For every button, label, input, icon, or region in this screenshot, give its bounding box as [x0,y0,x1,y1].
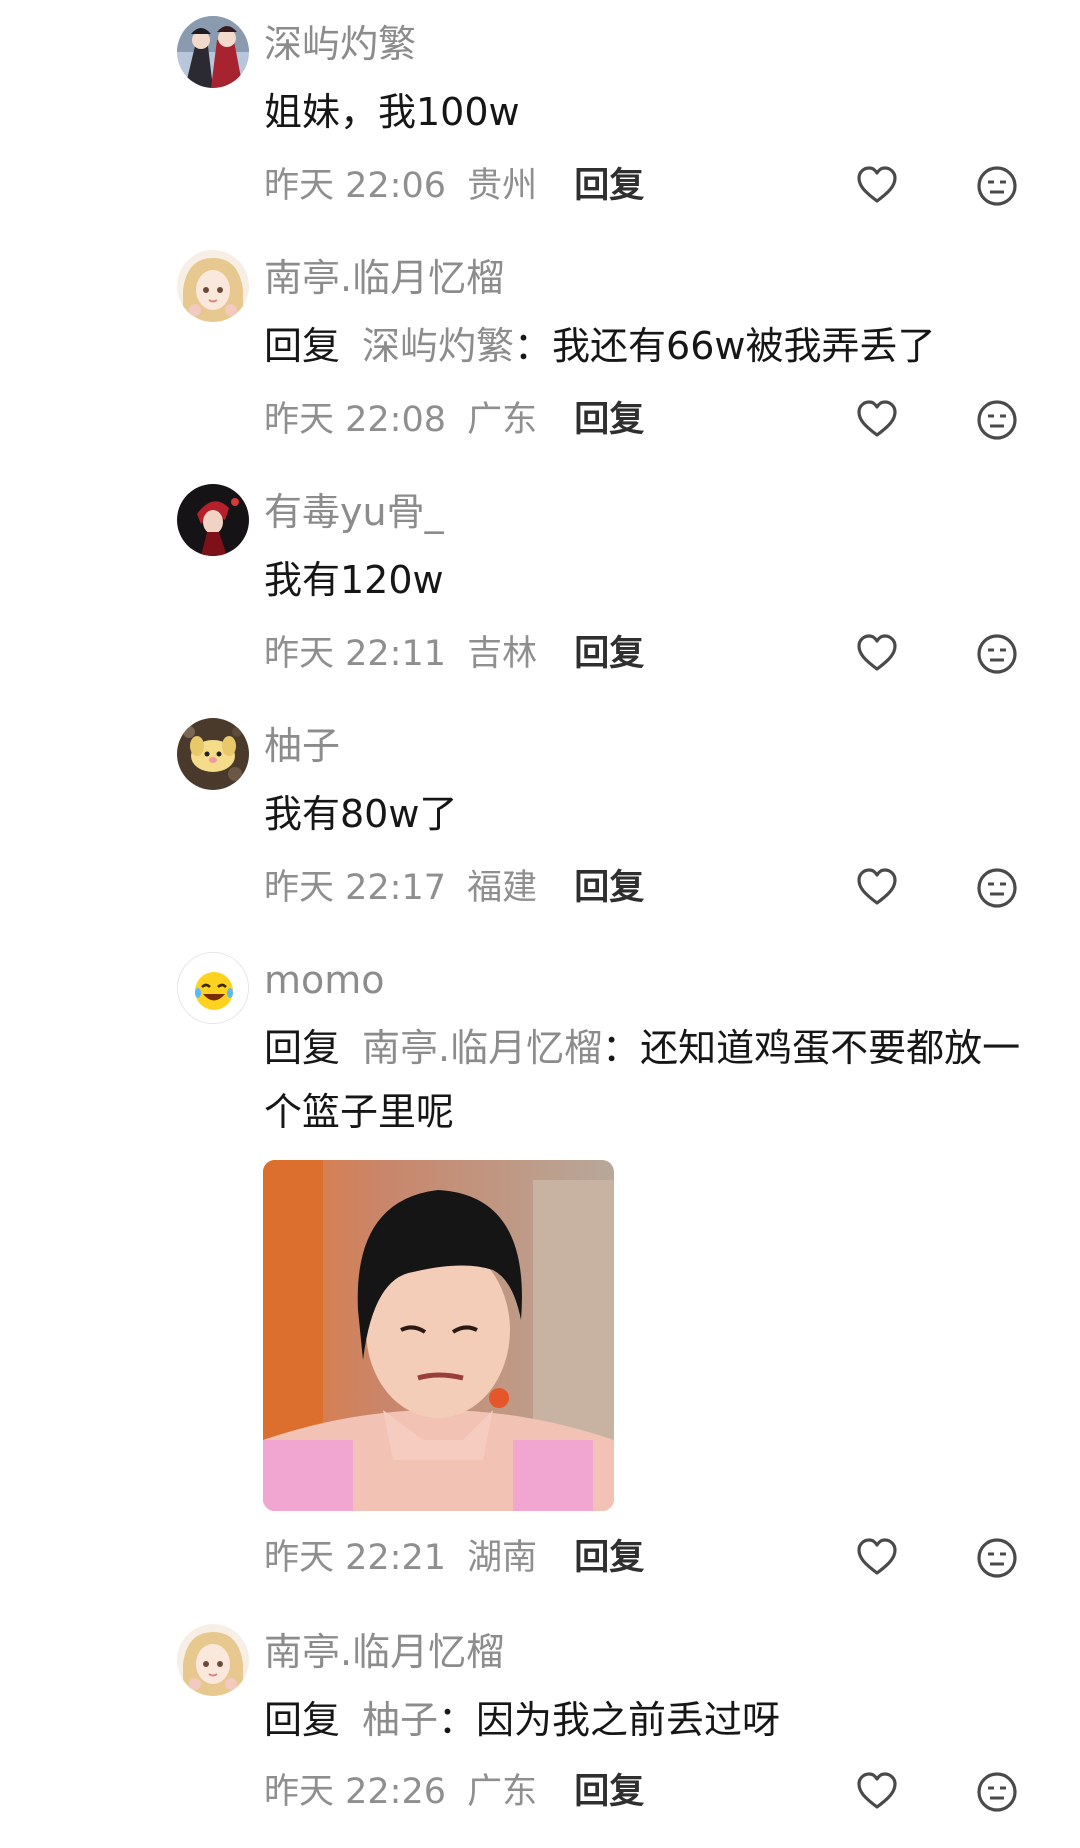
heart-outline-icon[interactable] [855,1770,899,1814]
neutral-face-icon[interactable] [975,1770,1019,1814]
avatar[interactable] [177,718,249,790]
reply-target-username[interactable]: 深屿灼繁 [362,324,514,368]
comment-feed: 深屿灼繁 姐妹，我100w 昨天 22:06 贵州 回复 南亭.临月忆榴 回复 … [0,0,1080,1848]
comment-location: 福建 [467,868,538,908]
comment-text: 姐妹，我100w [264,90,520,134]
heart-outline-icon[interactable] [855,632,899,676]
comment-time: 昨天 22:21 [264,1538,446,1578]
reply-button[interactable]: 回复 [574,166,644,206]
neutral-face-icon[interactable] [975,1536,1019,1580]
comment-location: 广东 [467,1772,538,1812]
comment-content: ：我还有66w被我弄丢了 [514,324,936,368]
comment-text: 我有80w了 [264,792,458,836]
neutral-face-icon[interactable] [975,866,1019,910]
reply-prefix: 回复 [264,1026,341,1070]
reply-button[interactable]: 回复 [574,634,644,674]
comment-time: 昨天 22:26 [264,1772,446,1812]
avatar[interactable] [177,16,249,88]
reply-target-username[interactable]: 南亭.临月忆榴 [362,1026,602,1070]
username[interactable]: 南亭.临月忆榴 [264,1630,504,1674]
reply-button[interactable]: 回复 [574,1538,644,1578]
reply-prefix: 回复 [264,324,341,368]
comment-meta: 昨天 22:11 吉林 回复 [264,632,654,676]
comment-text: 回复 南亭.临月忆榴：还知道鸡蛋不要都放一个篮子里呢 [264,1016,1044,1144]
comment-time: 昨天 22:17 [264,868,446,908]
puppy-avatar-icon [177,718,249,790]
comment-location: 吉林 [467,634,538,674]
username[interactable]: momo [264,958,385,1002]
comment-location: 湖南 [467,1538,538,1578]
anime-girl-avatar-icon [177,250,249,322]
username[interactable]: 柚子 [264,724,340,768]
comment-content: ：因为我之前丢过呀 [438,1698,781,1742]
reply-button[interactable]: 回复 [574,868,644,908]
avatar[interactable] [177,952,249,1024]
avatar[interactable] [177,250,249,322]
comment-meta: 昨天 22:06 贵州 回复 [264,164,654,208]
heart-outline-icon[interactable] [855,1536,899,1580]
neutral-face-icon[interactable] [975,398,1019,442]
heart-outline-icon[interactable] [855,164,899,208]
reply-target-username[interactable]: 柚子 [362,1698,438,1742]
reply-button[interactable]: 回复 [574,400,644,440]
anime-girl-avatar-icon [177,1624,249,1696]
comment-text: 回复 深屿灼繁：我还有66w被我弄丢了 [264,314,1044,378]
comment-location: 贵州 [467,166,538,206]
comment-meta: 昨天 22:21 湖南 回复 [264,1536,654,1580]
heart-outline-icon[interactable] [855,866,899,910]
comment-time: 昨天 22:11 [264,634,446,674]
comment-text: 回复 柚子：因为我之前丢过呀 [264,1688,1044,1752]
dark-red-avatar-icon [177,484,249,556]
comment-meta: 昨天 22:17 福建 回复 [264,866,654,910]
comment-time: 昨天 22:08 [264,400,446,440]
neutral-face-icon[interactable] [975,632,1019,676]
comment-time: 昨天 22:06 [264,166,446,206]
comment-meta: 昨天 22:26 广东 回复 [264,1770,654,1814]
username[interactable]: 南亭.临月忆榴 [264,256,504,300]
heart-outline-icon[interactable] [855,398,899,442]
comment-meta: 昨天 22:08 广东 回复 [264,398,654,442]
reply-button[interactable]: 回复 [574,1772,644,1812]
username[interactable]: 有毒yu骨_ [264,490,444,534]
username[interactable]: 深屿灼繁 [264,22,416,66]
anime-avatar-icon [177,16,249,88]
laughing-emoji-avatar-icon [178,953,248,1023]
avatar[interactable] [177,1624,249,1696]
avatar[interactable] [177,484,249,556]
comment-location: 广东 [467,400,538,440]
reply-prefix: 回复 [264,1698,341,1742]
reaction-meme-image[interactable] [263,1160,614,1511]
neutral-face-icon[interactable] [975,164,1019,208]
comment-text: 我有120w [264,558,444,602]
